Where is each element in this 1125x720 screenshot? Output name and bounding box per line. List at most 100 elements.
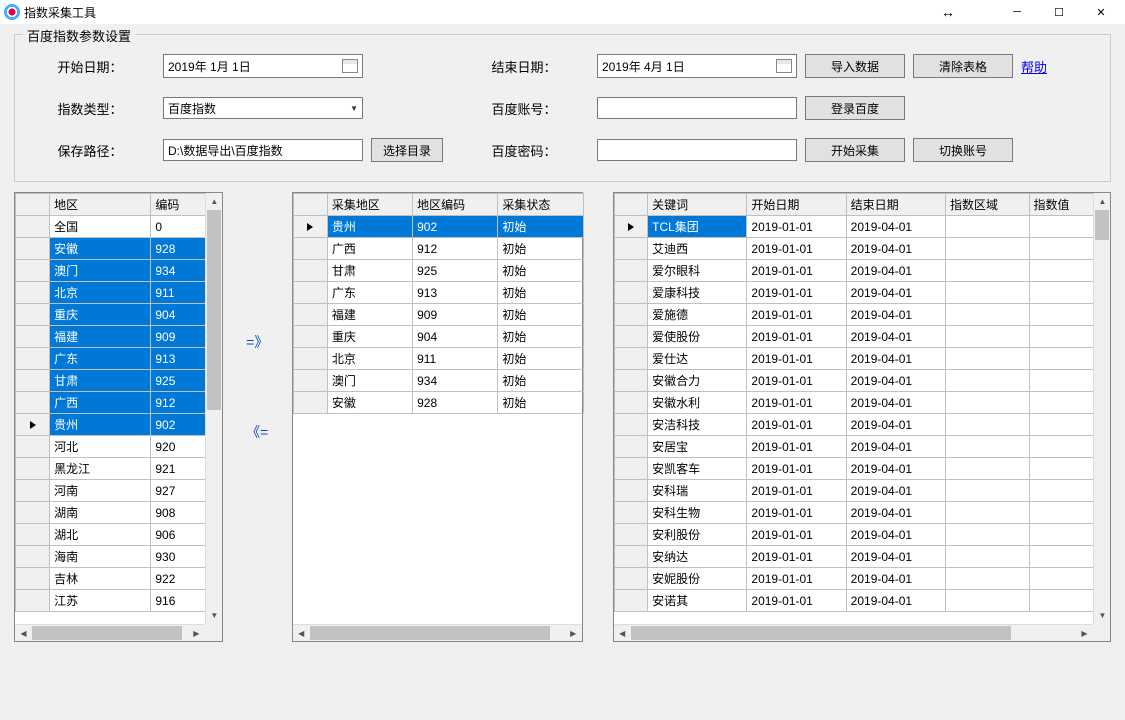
region-cell: 安徽 <box>50 238 151 260</box>
import-data-button[interactable]: 导入数据 <box>805 54 905 78</box>
region-grid[interactable]: 地区编码全国0安徽928澳门934北京911重庆904福建909广东913甘肃9… <box>14 192 223 642</box>
keyword-cell: 安利股份 <box>648 524 747 546</box>
switch-account-button[interactable]: 切换账号 <box>913 138 1013 162</box>
column-header[interactable]: 指数值 <box>1029 194 1102 216</box>
add-region-button[interactable]: =》 <box>246 332 268 352</box>
table-row[interactable]: 广西912 <box>16 392 210 414</box>
column-header[interactable]: 地区编码 <box>413 194 498 216</box>
index-value-cell <box>1029 502 1102 524</box>
end-date-cell: 2019-04-01 <box>846 458 945 480</box>
table-row[interactable]: 广东913初始 <box>293 282 583 304</box>
table-row[interactable]: 福建909初始 <box>293 304 583 326</box>
table-row[interactable]: 安洁科技2019-01-012019-04-01 <box>614 414 1102 436</box>
region-cell: 广西 <box>50 392 151 414</box>
clear-table-button[interactable]: 清除表格 <box>913 54 1013 78</box>
row-indicator-icon <box>628 223 634 231</box>
table-row[interactable]: 北京911 <box>16 282 210 304</box>
keyword-grid[interactable]: 关键词开始日期结束日期指数区域指数值TCL集团2019-01-012019-04… <box>613 192 1111 642</box>
column-header[interactable]: 地区 <box>50 194 151 216</box>
titlebar[interactable]: 指数采集工具 ↔ ─ ☐ ✕ <box>0 0 1125 24</box>
table-row[interactable]: 湖北906 <box>16 524 210 546</box>
code-cell: 934 <box>413 370 498 392</box>
table-row[interactable]: 重庆904初始 <box>293 326 583 348</box>
table-row[interactable]: 湖南908 <box>16 502 210 524</box>
start-collect-button[interactable]: 开始采集 <box>805 138 905 162</box>
table-row[interactable]: 安诺其2019-01-012019-04-01 <box>614 590 1102 612</box>
index-value-cell <box>1029 458 1102 480</box>
start-date-input[interactable]: 2019年 1月 1日 <box>163 54 363 78</box>
help-link[interactable]: 帮助 <box>1021 57 1081 76</box>
column-header[interactable]: 指数区域 <box>945 194 1029 216</box>
table-row[interactable]: 澳门934初始 <box>293 370 583 392</box>
horizontal-scrollbar[interactable]: ◀ ▶ <box>293 624 582 641</box>
table-row[interactable]: 贵州902初始 <box>293 216 583 238</box>
account-input[interactable] <box>597 97 797 119</box>
table-row[interactable]: 安纳达2019-01-012019-04-01 <box>614 546 1102 568</box>
end-date-cell: 2019-04-01 <box>846 260 945 282</box>
table-row[interactable]: 澳门934 <box>16 260 210 282</box>
calendar-icon[interactable] <box>342 59 358 73</box>
table-row[interactable]: 安徽水利2019-01-012019-04-01 <box>614 392 1102 414</box>
table-row[interactable]: 福建909 <box>16 326 210 348</box>
collect-region-grid[interactable]: 采集地区地区编码采集状态贵州902初始广西912初始甘肃925初始广东913初始… <box>292 192 583 642</box>
table-row[interactable]: 北京911初始 <box>293 348 583 370</box>
calendar-icon[interactable] <box>776 59 792 73</box>
column-header[interactable]: 结束日期 <box>846 194 945 216</box>
column-header[interactable]: 采集地区 <box>327 194 412 216</box>
remove-region-button[interactable]: 《= <box>246 422 268 442</box>
table-row[interactable]: 吉林922 <box>16 568 210 590</box>
table-row[interactable]: 安徽合力2019-01-012019-04-01 <box>614 370 1102 392</box>
table-row[interactable]: 爱尔眼科2019-01-012019-04-01 <box>614 260 1102 282</box>
password-input[interactable] <box>597 139 797 161</box>
end-date-input[interactable]: 2019年 4月 1日 <box>597 54 797 78</box>
table-row[interactable]: 河南927 <box>16 480 210 502</box>
end-date-cell: 2019-04-01 <box>846 326 945 348</box>
horizontal-scrollbar[interactable]: ◀ ▶ <box>614 624 1093 641</box>
table-row[interactable]: 江苏916 <box>16 590 210 612</box>
table-row[interactable]: 黑龙江921 <box>16 458 210 480</box>
table-row[interactable]: 甘肃925 <box>16 370 210 392</box>
region-cell: 贵州 <box>50 414 151 436</box>
table-row[interactable]: 海南930 <box>16 546 210 568</box>
table-row[interactable]: 广东913 <box>16 348 210 370</box>
table-row[interactable]: 甘肃925初始 <box>293 260 583 282</box>
column-header[interactable]: 采集状态 <box>498 194 583 216</box>
save-path-field[interactable]: D:\数据导出\百度指数 <box>163 139 363 161</box>
index-type-select[interactable]: 百度指数 ▼ <box>163 97 363 119</box>
code-cell: 927 <box>151 480 210 502</box>
close-button[interactable]: ✕ <box>1081 1 1121 23</box>
table-row[interactable]: 爱康科技2019-01-012019-04-01 <box>614 282 1102 304</box>
keyword-cell: 安纳达 <box>648 546 747 568</box>
vertical-scrollbar[interactable]: ▲ ▼ <box>1093 193 1110 624</box>
maximize-button[interactable]: ☐ <box>1039 1 1079 23</box>
vertical-scrollbar[interactable]: ▲ ▼ <box>205 193 222 624</box>
column-header[interactable]: 开始日期 <box>747 194 846 216</box>
table-row[interactable]: 贵州902 <box>16 414 210 436</box>
minimize-button[interactable]: ─ <box>997 1 1037 23</box>
table-row[interactable]: 安徽928 <box>16 238 210 260</box>
index-region-cell <box>945 546 1029 568</box>
horizontal-scrollbar[interactable]: ◀ ▶ <box>15 624 205 641</box>
table-row[interactable]: 爱仕达2019-01-012019-04-01 <box>614 348 1102 370</box>
table-row[interactable]: 安妮股份2019-01-012019-04-01 <box>614 568 1102 590</box>
resize-handle-icon[interactable]: ↔ <box>941 4 955 20</box>
choose-dir-button[interactable]: 选择目录 <box>371 138 443 162</box>
table-row[interactable]: 全国0 <box>16 216 210 238</box>
column-header[interactable]: 编码 <box>151 194 210 216</box>
table-row[interactable]: 艾迪西2019-01-012019-04-01 <box>614 238 1102 260</box>
table-row[interactable]: 重庆904 <box>16 304 210 326</box>
login-baidu-button[interactable]: 登录百度 <box>805 96 905 120</box>
table-row[interactable]: 河北920 <box>16 436 210 458</box>
table-row[interactable]: 安科瑞2019-01-012019-04-01 <box>614 480 1102 502</box>
index-value-cell <box>1029 282 1102 304</box>
table-row[interactable]: TCL集团2019-01-012019-04-01 <box>614 216 1102 238</box>
table-row[interactable]: 安徽928初始 <box>293 392 583 414</box>
table-row[interactable]: 安利股份2019-01-012019-04-01 <box>614 524 1102 546</box>
table-row[interactable]: 安科生物2019-01-012019-04-01 <box>614 502 1102 524</box>
table-row[interactable]: 安凯客车2019-01-012019-04-01 <box>614 458 1102 480</box>
table-row[interactable]: 爱施德2019-01-012019-04-01 <box>614 304 1102 326</box>
table-row[interactable]: 广西912初始 <box>293 238 583 260</box>
table-row[interactable]: 爱使股份2019-01-012019-04-01 <box>614 326 1102 348</box>
table-row[interactable]: 安居宝2019-01-012019-04-01 <box>614 436 1102 458</box>
column-header[interactable]: 关键词 <box>648 194 747 216</box>
